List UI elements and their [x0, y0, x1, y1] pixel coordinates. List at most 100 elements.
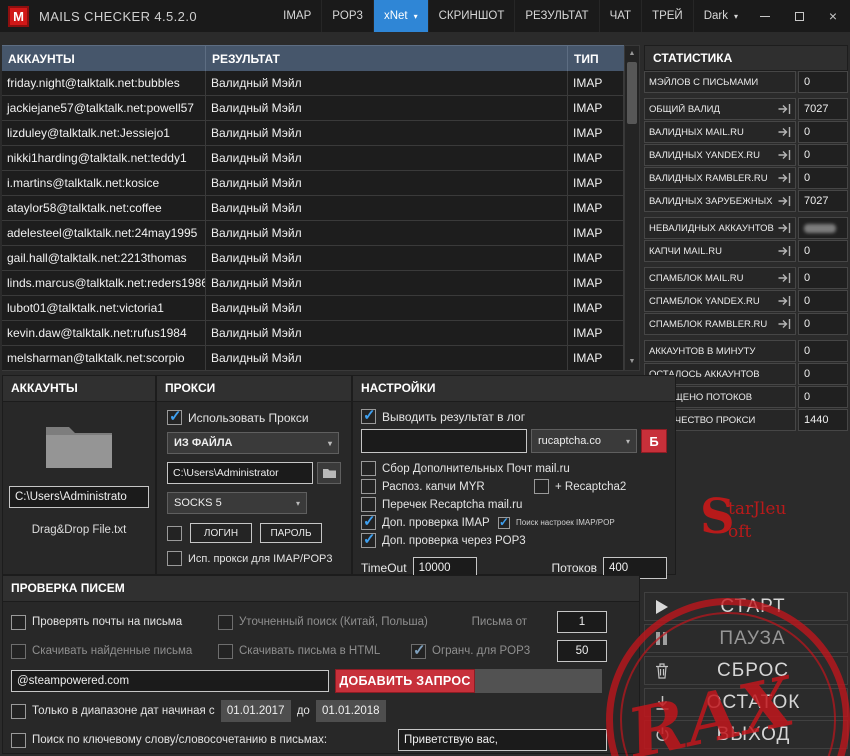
export-icon[interactable] [778, 149, 791, 161]
export-icon[interactable] [778, 245, 791, 257]
menu-item-screenshot[interactable]: СКРИНШОТ [428, 0, 515, 32]
date-from-field[interactable]: 01.01.2017 [221, 700, 291, 722]
check-letters-checkbox[interactable] [11, 615, 26, 630]
proxy-password-field[interactable]: ПАРОЛЬ [260, 523, 322, 543]
table-row[interactable]: kevin.daw@talktalk.net:rufus1984Валидный… [2, 321, 624, 346]
stat-row: СПАМБЛОК YANDEX.RU0 [644, 290, 848, 312]
app-window: M MAILS CHECKER 4.5.2.0 IMAPPOP3xNet▾СКР… [0, 0, 850, 756]
proxy-type-select[interactable]: SOCKS 5 ▾ [167, 492, 307, 514]
play-icon [655, 599, 669, 615]
menu-item-tray[interactable]: ТРЕЙ [641, 0, 693, 32]
export-icon[interactable] [778, 295, 791, 307]
action-button-rest[interactable]: ОСТАТОК [644, 688, 848, 717]
pop3-limit-checkbox[interactable] [411, 644, 426, 659]
stat-value: 0 [798, 144, 848, 166]
action-button-pause[interactable]: ПАУЗА [644, 624, 848, 653]
use-proxy-checkbox[interactable] [167, 410, 182, 425]
export-icon[interactable] [778, 172, 791, 184]
table-row[interactable]: i.martins@talktalk.net:kosiceВалидный Мэ… [2, 171, 624, 196]
imap-check-checkbox[interactable] [361, 515, 376, 530]
letters-from-input[interactable] [557, 611, 607, 633]
minimize-button[interactable] [748, 0, 782, 32]
scroll-up-icon[interactable]: ▲ [625, 47, 639, 61]
date-to-field[interactable]: 01.01.2018 [316, 700, 386, 722]
pop3-check-checkbox[interactable] [361, 533, 376, 548]
balance-button[interactable]: Б [641, 429, 667, 453]
minimize-icon [760, 16, 770, 17]
action-button-reset[interactable]: СБРОС [644, 656, 848, 685]
export-icon[interactable] [778, 103, 791, 115]
menu-item-result[interactable]: РЕЗУЛЬТАТ [514, 0, 598, 32]
cell-account: ataylor58@talktalk.net:coffee [2, 196, 206, 220]
action-button-exit[interactable]: ВЫХОД [644, 720, 848, 749]
table-row[interactable]: gail.hall@talktalk.net:2213thomasВалидны… [2, 246, 624, 271]
export-icon[interactable] [778, 126, 791, 138]
export-icon[interactable] [778, 222, 791, 234]
table-row[interactable]: jackiejane57@talktalk.net:powell57Валидн… [2, 96, 624, 121]
table-row[interactable]: linds.marcus@talktalk.net:reders1986Вали… [2, 271, 624, 296]
table-row[interactable]: melsharman@talktalk.net:scorpioВалидный … [2, 346, 624, 371]
column-header-accounts[interactable]: АККАУНТЫ [2, 45, 206, 71]
table-row[interactable]: ataylor58@talktalk.net:coffeeВалидный Мэ… [2, 196, 624, 221]
date-range-checkbox[interactable] [11, 704, 26, 719]
menu-item-chat[interactable]: ЧАТ [599, 0, 641, 32]
menu-item-label: POP3 [332, 10, 363, 22]
cell-type: IMAP [568, 271, 624, 295]
accounts-drop-zone[interactable]: Drag&Drop File.txt [3, 402, 155, 536]
table-row[interactable]: lubot01@talktalk.net:victoria1Валидный М… [2, 296, 624, 321]
table-scrollbar[interactable]: ▲ ▼ [624, 45, 640, 371]
add-query-button[interactable]: ДОБАВИТЬ ЗАПРОС [335, 669, 475, 693]
download-html-label: Скачивать письма в HTML [239, 645, 411, 657]
menu-item-pop3[interactable]: POP3 [321, 0, 373, 32]
action-button-start[interactable]: СТАРТ [644, 592, 848, 621]
export-icon[interactable] [778, 318, 791, 330]
keyword-search-checkbox[interactable] [11, 733, 26, 748]
close-button[interactable]: × [816, 0, 850, 32]
recaptcha2-checkbox[interactable] [534, 479, 549, 494]
captcha-key-input[interactable] [361, 429, 527, 453]
menu-item-label: xNet [384, 10, 408, 22]
chevron-down-icon: ▾ [290, 499, 300, 508]
maximize-button[interactable] [782, 0, 816, 32]
cell-type: IMAP [568, 196, 624, 220]
accounts-file-path[interactable] [9, 486, 149, 508]
table-row[interactable]: nikki1harding@talktalk.net:teddy1Валидны… [2, 146, 624, 171]
proxy-auth-checkbox[interactable] [167, 526, 182, 541]
proxy-login-field[interactable]: ЛОГИН [190, 523, 252, 543]
recheck-recaptcha-checkbox[interactable] [361, 497, 376, 512]
proxy-source-select[interactable]: ИЗ ФАЙЛА ▾ [167, 432, 339, 454]
collect-extra-mail-checkbox[interactable] [361, 461, 376, 476]
table-row[interactable]: adelesteel@talktalk.net:24may1995Валидны… [2, 221, 624, 246]
refined-search-checkbox[interactable] [218, 615, 233, 630]
window-controls: × [748, 0, 850, 32]
myr-captcha-checkbox[interactable] [361, 479, 376, 494]
browse-proxy-file-button[interactable] [317, 462, 341, 484]
table-row[interactable]: lizduley@talktalk.net:Jessiejo1Валидный … [2, 121, 624, 146]
table-row[interactable]: friday.night@talktalk.net:bubblesВалидны… [2, 71, 624, 96]
menu-item-imap[interactable]: IMAP [273, 0, 321, 32]
captcha-service-select[interactable]: rucaptcha.co ▾ [531, 429, 637, 453]
column-header-type[interactable]: ТИП [568, 45, 624, 71]
scrollbar-thumb[interactable] [627, 62, 637, 124]
menu-item-xnet[interactable]: xNet▾ [373, 0, 428, 32]
search-query-input[interactable] [11, 670, 329, 692]
column-header-result[interactable]: РЕЗУЛЬТАТ [206, 45, 568, 71]
download-letters-checkbox[interactable] [11, 644, 26, 659]
keyword-input[interactable] [398, 729, 607, 751]
masked-value [804, 224, 836, 233]
imap-pop-search-checkbox[interactable] [498, 517, 510, 529]
menu-item-theme[interactable]: Dark▾ [693, 0, 748, 32]
cell-account: i.martins@talktalk.net:kosice [2, 171, 206, 195]
scroll-down-icon[interactable]: ▼ [625, 355, 639, 369]
export-icon[interactable] [778, 195, 791, 207]
cell-account: nikki1harding@talktalk.net:teddy1 [2, 146, 206, 170]
log-output-checkbox[interactable] [361, 409, 376, 424]
proxy-for-imap-checkbox[interactable] [167, 551, 182, 566]
pop3-limit-input[interactable] [557, 640, 607, 662]
download-html-checkbox[interactable] [218, 644, 233, 659]
cell-account: lizduley@talktalk.net:Jessiejo1 [2, 121, 206, 145]
proxy-file-path[interactable] [167, 462, 313, 484]
export-icon[interactable] [778, 272, 791, 284]
cell-type: IMAP [568, 121, 624, 145]
cell-result: Валидный Мэйл [206, 121, 568, 145]
